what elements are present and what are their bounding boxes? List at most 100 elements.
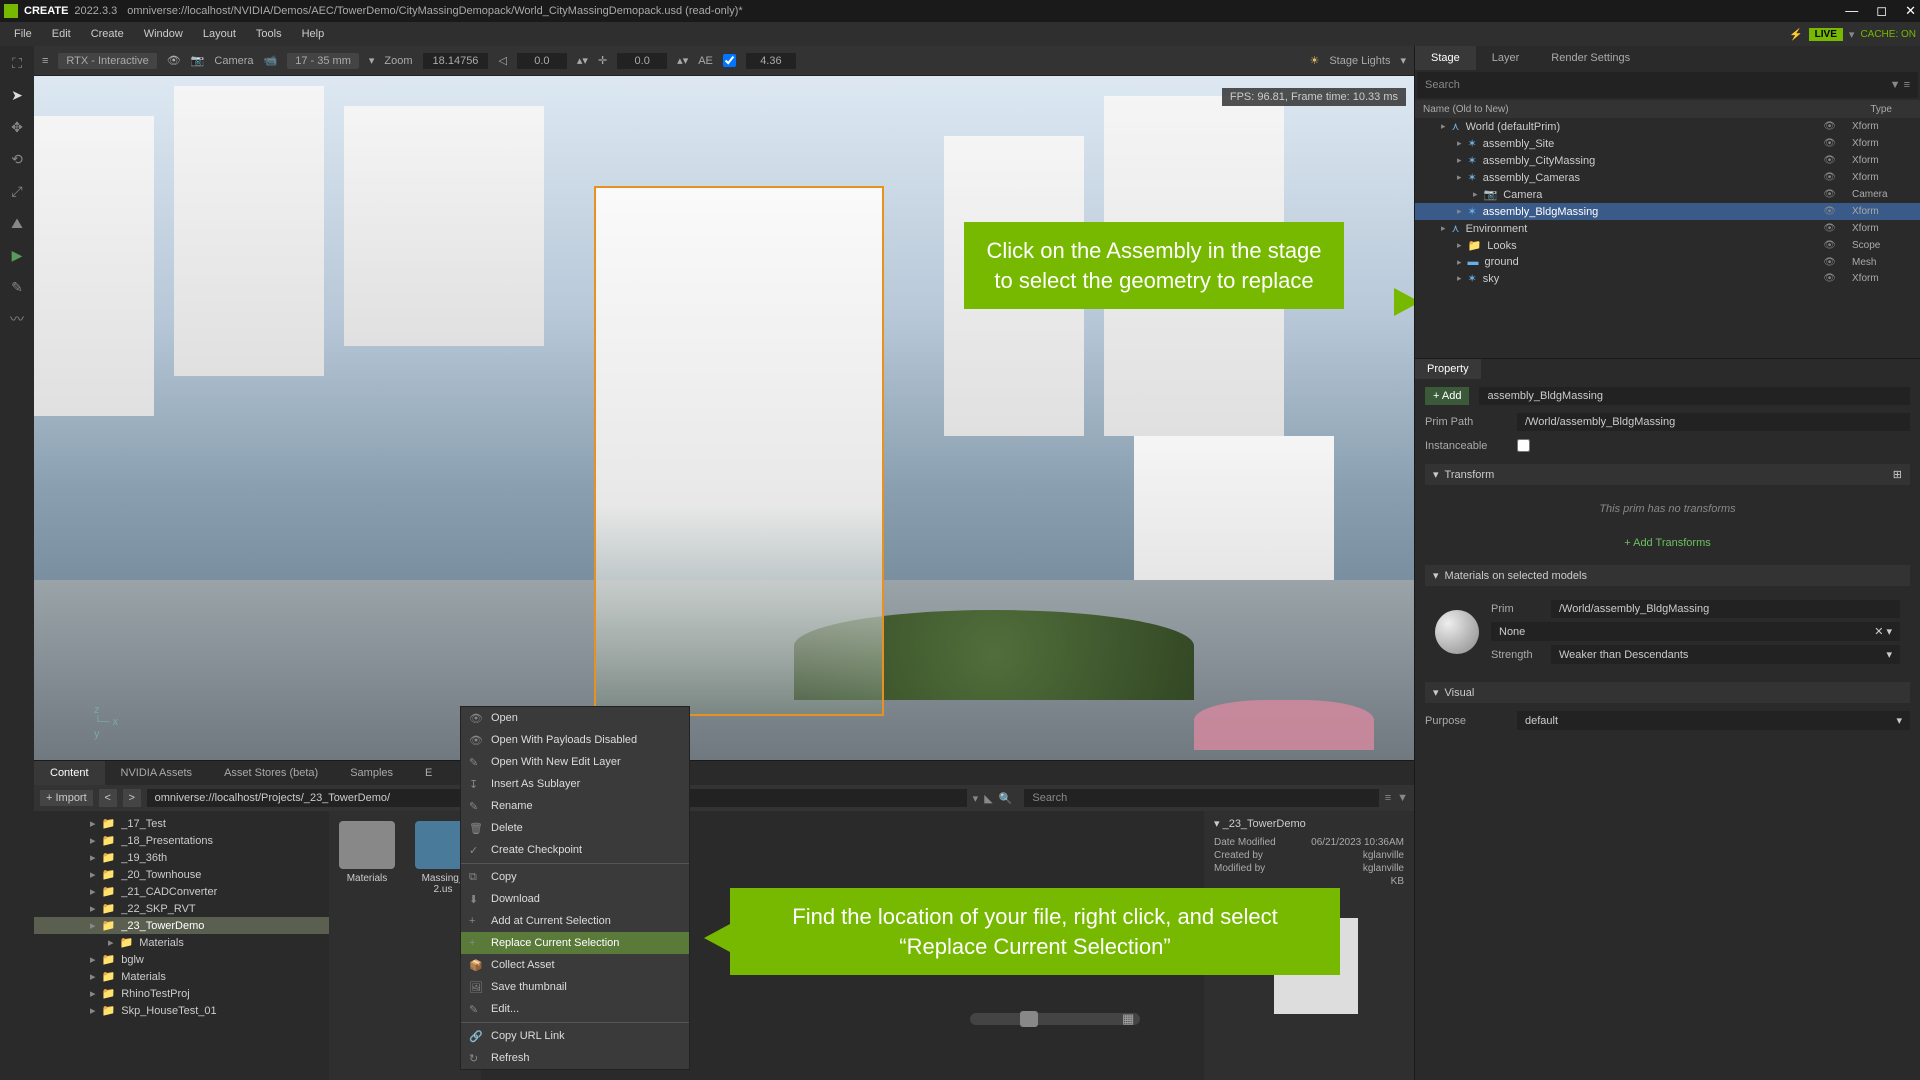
brush-icon[interactable]: ✎ — [6, 276, 28, 298]
stage-row[interactable]: ▸⋏Environment👁Xform — [1415, 220, 1920, 237]
tab-content[interactable]: Content — [34, 761, 105, 785]
ae-checkbox[interactable] — [723, 54, 736, 67]
ev2-value[interactable]: 0.0 — [617, 53, 667, 69]
zoom-slider-knob[interactable] — [1020, 1011, 1038, 1027]
ctx-copy[interactable]: ⧉Copy — [461, 866, 689, 888]
ctx-refresh[interactable]: ↻Refresh — [461, 1047, 689, 1069]
menu-create[interactable]: Create — [81, 28, 134, 40]
back-icon[interactable]: < — [99, 789, 117, 807]
target-icon[interactable]: ✛ — [598, 54, 607, 67]
add-transforms-button[interactable]: + Add Transforms — [1425, 533, 1910, 553]
close-icon[interactable]: ✕ — [1905, 3, 1916, 19]
name-column[interactable]: Name (Old to New) — [1423, 104, 1509, 115]
folder-item[interactable]: ▸📁_17_Test — [34, 815, 329, 832]
folder-item[interactable]: ▸📁Skp_HouseTest_01 — [34, 1002, 329, 1019]
wave-icon[interactable]: 〰 — [6, 308, 28, 330]
menu-layout[interactable]: Layout — [193, 28, 246, 40]
ctx-download[interactable]: ⬇Download — [461, 888, 689, 910]
stage-row[interactable]: ▸✶assembly_CityMassing👁Xform — [1415, 152, 1920, 169]
add-button[interactable]: + Add — [1425, 387, 1469, 405]
chevron-down-icon[interactable]: ▾ — [369, 54, 375, 67]
folder-tree[interactable]: ▸📁_17_Test▸📁_18_Presentations▸📁_19_36th▸… — [34, 811, 329, 1080]
chevron-down-icon[interactable]: ▾ — [1400, 54, 1406, 67]
eye-icon[interactable]: 👁 — [167, 54, 181, 67]
bookmark-icon[interactable]: ◣ — [984, 792, 992, 805]
ctx-edit-[interactable]: ✎Edit... — [461, 998, 689, 1020]
tab-samples[interactable]: Samples — [334, 761, 409, 785]
tab-render-settings[interactable]: Render Settings — [1535, 46, 1646, 70]
materials-section[interactable]: ▾ Materials on selected models — [1425, 565, 1910, 586]
menu-window[interactable]: Window — [134, 28, 193, 40]
purpose-dropdown[interactable]: default▾ — [1517, 711, 1910, 730]
live-dropdown-icon[interactable]: ▾ — [1849, 28, 1855, 41]
folder-item[interactable]: ▸📁Materials — [34, 934, 329, 951]
folder-item[interactable]: ▸📁RhinoTestProj — [34, 985, 329, 1002]
ctx-create-checkpoint[interactable]: ✓Create Checkpoint — [461, 839, 689, 861]
minimize-icon[interactable]: — — [1845, 3, 1858, 19]
stage-tree[interactable]: ▸⋏World (defaultPrim)👁Xform▸✶assembly_Si… — [1415, 118, 1920, 358]
ctx-rename[interactable]: ✎Rename — [461, 795, 689, 817]
pointer-icon[interactable]: ➤ — [6, 84, 28, 106]
camera-icon[interactable]: 📷 — [191, 54, 205, 67]
instanceable-checkbox[interactable] — [1517, 439, 1530, 452]
import-button[interactable]: + Import — [40, 790, 93, 806]
tab-asset-stores[interactable]: Asset Stores (beta) — [208, 761, 334, 785]
sun-icon[interactable]: ☀ — [1309, 54, 1319, 67]
menu-edit[interactable]: Edit — [42, 28, 81, 40]
maximize-icon[interactable]: ◻ — [1876, 3, 1887, 19]
ctx-add-at-current-selection[interactable]: +Add at Current Selection — [461, 910, 689, 932]
chevron-down-icon[interactable]: ▾ — [973, 792, 979, 805]
type-column[interactable]: Type — [1870, 104, 1892, 115]
ev1-value[interactable]: 0.0 — [517, 53, 567, 69]
material-dropdown[interactable]: None✕ ▾ — [1491, 622, 1900, 641]
thumbnail-pane[interactable]: Materials Massing_ 2.us — [329, 811, 481, 1080]
folder-item[interactable]: ▸📁_23_TowerDemo — [34, 917, 329, 934]
camera-label[interactable]: Camera — [214, 55, 253, 67]
left-end-icon[interactable]: ◁ — [498, 54, 506, 67]
folder-item[interactable]: ▸📁Materials — [34, 968, 329, 985]
filter-icon[interactable]: ▼ — [1397, 792, 1408, 804]
stage-lights[interactable]: Stage Lights — [1329, 55, 1390, 67]
stage-row[interactable]: ▸⋏World (defaultPrim)👁Xform — [1415, 118, 1920, 135]
folder-item[interactable]: ▸📁_22_SKP_RVT — [34, 900, 329, 917]
stage-row[interactable]: ▸✶sky👁Xform — [1415, 270, 1920, 287]
ctx-insert-as-sublayer[interactable]: ↧Insert As Sublayer — [461, 773, 689, 795]
primpath-value[interactable]: /World/assembly_BldgMassing — [1517, 413, 1910, 431]
search-input[interactable]: Search — [1024, 789, 1378, 807]
hamburger-icon[interactable]: ≡ — [42, 55, 48, 67]
live-badge[interactable]: LIVE — [1809, 28, 1843, 41]
mat-prim[interactable]: /World/assembly_BldgMassing — [1551, 600, 1900, 618]
transform-section[interactable]: ▾ Transform⊞ — [1425, 464, 1910, 485]
scale-icon[interactable]: ⤢ — [6, 180, 28, 202]
stage-row[interactable]: ▸✶assembly_Cameras👁Xform — [1415, 169, 1920, 186]
zoom-slider[interactable] — [970, 1013, 1140, 1025]
tab-extra[interactable]: E — [409, 761, 448, 785]
stage-row[interactable]: ▸📁Looks👁Scope — [1415, 237, 1920, 254]
select-frame-icon[interactable]: ⛶ — [6, 52, 28, 74]
folder-item[interactable]: ▸📁_21_CADConverter — [34, 883, 329, 900]
menu-file[interactable]: File — [4, 28, 42, 40]
selected-geometry[interactable] — [594, 186, 884, 716]
ctx-open-with-new-edit-layer[interactable]: ✎Open With New Edit Layer — [461, 751, 689, 773]
tab-nvidia-assets[interactable]: NVIDIA Assets — [105, 761, 209, 785]
property-tab[interactable]: Property — [1415, 359, 1481, 379]
folder-item[interactable]: ▸📁_20_Townhouse — [34, 866, 329, 883]
zoom-value[interactable]: 18.14756 — [423, 53, 489, 69]
folder-item[interactable]: ▸📁_19_36th — [34, 849, 329, 866]
ctx-save-thumbnail[interactable]: 🖼Save thumbnail — [461, 976, 689, 998]
play-icon[interactable]: ▶ — [6, 244, 28, 266]
folder-thumb[interactable]: Materials — [339, 821, 395, 1070]
stage-row[interactable]: ▸📷Camera👁Camera — [1415, 186, 1920, 203]
ctx-collect-asset[interactable]: 📦Collect Asset — [461, 954, 689, 976]
strength-dropdown[interactable]: Weaker than Descendants▾ — [1551, 645, 1900, 664]
context-menu[interactable]: 👁Open👁Open With Payloads Disabled✎Open W… — [460, 706, 690, 1070]
tab-stage[interactable]: Stage — [1415, 46, 1476, 70]
ctx-copy-url-link[interactable]: 🔗Copy URL Link — [461, 1025, 689, 1047]
ctx-open-with-payloads-disabled[interactable]: 👁Open With Payloads Disabled — [461, 729, 689, 751]
rotate-icon[interactable]: ⟲ — [6, 148, 28, 170]
folder-item[interactable]: ▸📁bglw — [34, 951, 329, 968]
renderer-dropdown[interactable]: RTX - Interactive — [58, 53, 156, 69]
ctx-replace-current-selection[interactable]: +Replace Current Selection — [461, 932, 689, 954]
options-icon[interactable]: ≡ — [1385, 792, 1391, 804]
ctx-open[interactable]: 👁Open — [461, 707, 689, 729]
